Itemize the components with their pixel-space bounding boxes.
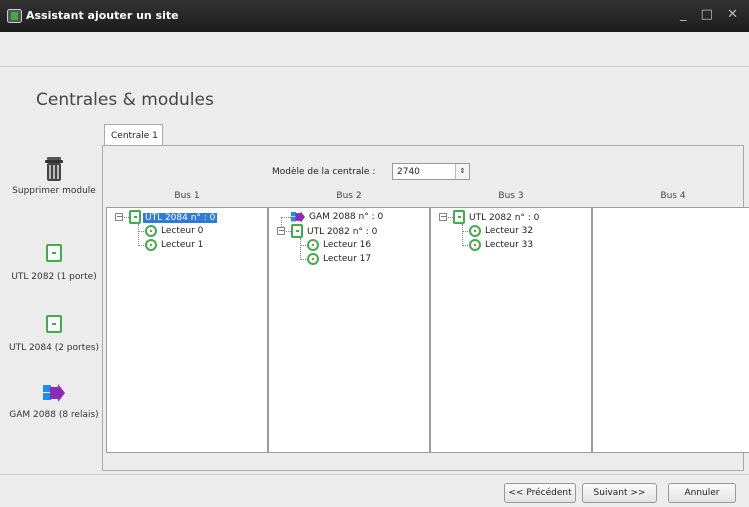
- bus-4-panel[interactable]: [592, 207, 749, 453]
- node-label[interactable]: UTL 2084 n° : 0: [143, 212, 218, 223]
- gam2088-label: GAM 2088 (8 relais): [9, 410, 99, 420]
- title-bar: Assistant ajouter un site _ □ ✕: [0, 0, 749, 32]
- trash-icon: [45, 157, 63, 181]
- collapse-icon[interactable]: −: [277, 227, 285, 235]
- tree-node-utl2084[interactable]: UTL 2084 n° : 0: [129, 210, 218, 224]
- reader-icon: [145, 224, 157, 237]
- node-label[interactable]: Lecteur 17: [321, 254, 373, 264]
- bus-1-header: Bus 1: [174, 191, 200, 201]
- delete-module-label: Supprimer module: [12, 186, 96, 196]
- tree-node-reader[interactable]: Lecteur 1: [145, 238, 205, 252]
- node-label[interactable]: UTL 2082 n° : 0: [467, 213, 541, 223]
- gam-relay-icon: [43, 384, 65, 402]
- node-label[interactable]: Lecteur 32: [483, 226, 535, 236]
- tree-node-reader[interactable]: Lecteur 0: [145, 224, 205, 238]
- tab-centrale-1[interactable]: Centrale 1: [104, 124, 163, 146]
- bus-2-panel[interactable]: − GAM 2088 n° : 0 UTL 2082 n° : 0 Lecteu…: [268, 207, 430, 453]
- reader-icon: [307, 252, 319, 265]
- delete-module-tool[interactable]: Supprimer module: [4, 156, 104, 196]
- utl2084-tool[interactable]: UTL 2084 (2 portes): [4, 315, 104, 353]
- tree-node-reader[interactable]: Lecteur 33: [469, 238, 535, 252]
- node-label[interactable]: UTL 2082 n° : 0: [305, 227, 379, 237]
- tree-node-utl2082[interactable]: UTL 2082 n° : 0: [291, 224, 379, 238]
- bus-3-panel[interactable]: − UTL 2082 n° : 0 Lecteur 32 Lecteur 33: [430, 207, 592, 453]
- tree-node-reader[interactable]: Lecteur 32: [469, 224, 535, 238]
- utl-module-icon: [46, 244, 62, 262]
- previous-button[interactable]: << Précédent: [504, 483, 576, 503]
- tree-node-reader[interactable]: Lecteur 17: [307, 252, 373, 266]
- reader-icon: [145, 238, 157, 251]
- spinner-arrows-icon[interactable]: ⇕: [455, 164, 469, 179]
- node-label[interactable]: Lecteur 16: [321, 240, 373, 250]
- model-value[interactable]: 2740: [397, 167, 420, 177]
- bus-2-header: Bus 2: [336, 191, 362, 201]
- bus-3-header: Bus 3: [498, 191, 524, 201]
- wizard-window: Assistant ajouter un site _ □ ✕ Centrale…: [0, 0, 749, 507]
- utl2082-label: UTL 2082 (1 porte): [11, 272, 97, 282]
- model-spinner[interactable]: 2740 ⇕: [392, 163, 470, 180]
- window-controls[interactable]: _ □ ✕: [680, 7, 743, 22]
- node-label[interactable]: Lecteur 33: [483, 240, 535, 250]
- utl2084-label: UTL 2084 (2 portes): [8, 343, 99, 353]
- node-label[interactable]: GAM 2088 n° : 0: [307, 212, 385, 222]
- collapse-icon[interactable]: −: [115, 213, 123, 221]
- gam2088-tool[interactable]: GAM 2088 (8 relais): [4, 384, 104, 420]
- window-title: Assistant ajouter un site: [26, 9, 179, 22]
- utl-module-icon: [129, 210, 141, 224]
- top-strip: [0, 32, 749, 67]
- tree-node-utl2082[interactable]: UTL 2082 n° : 0: [453, 210, 541, 224]
- app-icon: [7, 9, 22, 23]
- reader-icon: [307, 238, 319, 251]
- utl2082-tool[interactable]: UTL 2082 (1 porte): [4, 244, 104, 282]
- node-label[interactable]: Lecteur 0: [159, 226, 205, 236]
- gam-relay-icon: [291, 210, 305, 223]
- utl-module-icon: [46, 315, 62, 333]
- next-button[interactable]: Suivant >>: [582, 483, 657, 503]
- utl-module-icon: [453, 210, 465, 224]
- reader-icon: [469, 224, 481, 237]
- utl-module-icon: [291, 224, 303, 238]
- tree-node-gam2088[interactable]: GAM 2088 n° : 0: [291, 210, 385, 224]
- node-label[interactable]: Lecteur 1: [159, 240, 205, 250]
- bus-4-header: Bus 4: [660, 191, 686, 201]
- collapse-icon[interactable]: −: [439, 213, 447, 221]
- page-title: Centrales & modules: [36, 90, 214, 110]
- model-label: Modèle de la centrale :: [272, 167, 376, 177]
- cancel-button[interactable]: Annuler: [668, 483, 736, 503]
- tree-node-reader[interactable]: Lecteur 16: [307, 238, 373, 252]
- bus-1-panel[interactable]: − UTL 2084 n° : 0 Lecteur 0 Lecteur 1: [106, 207, 268, 453]
- reader-icon: [469, 238, 481, 251]
